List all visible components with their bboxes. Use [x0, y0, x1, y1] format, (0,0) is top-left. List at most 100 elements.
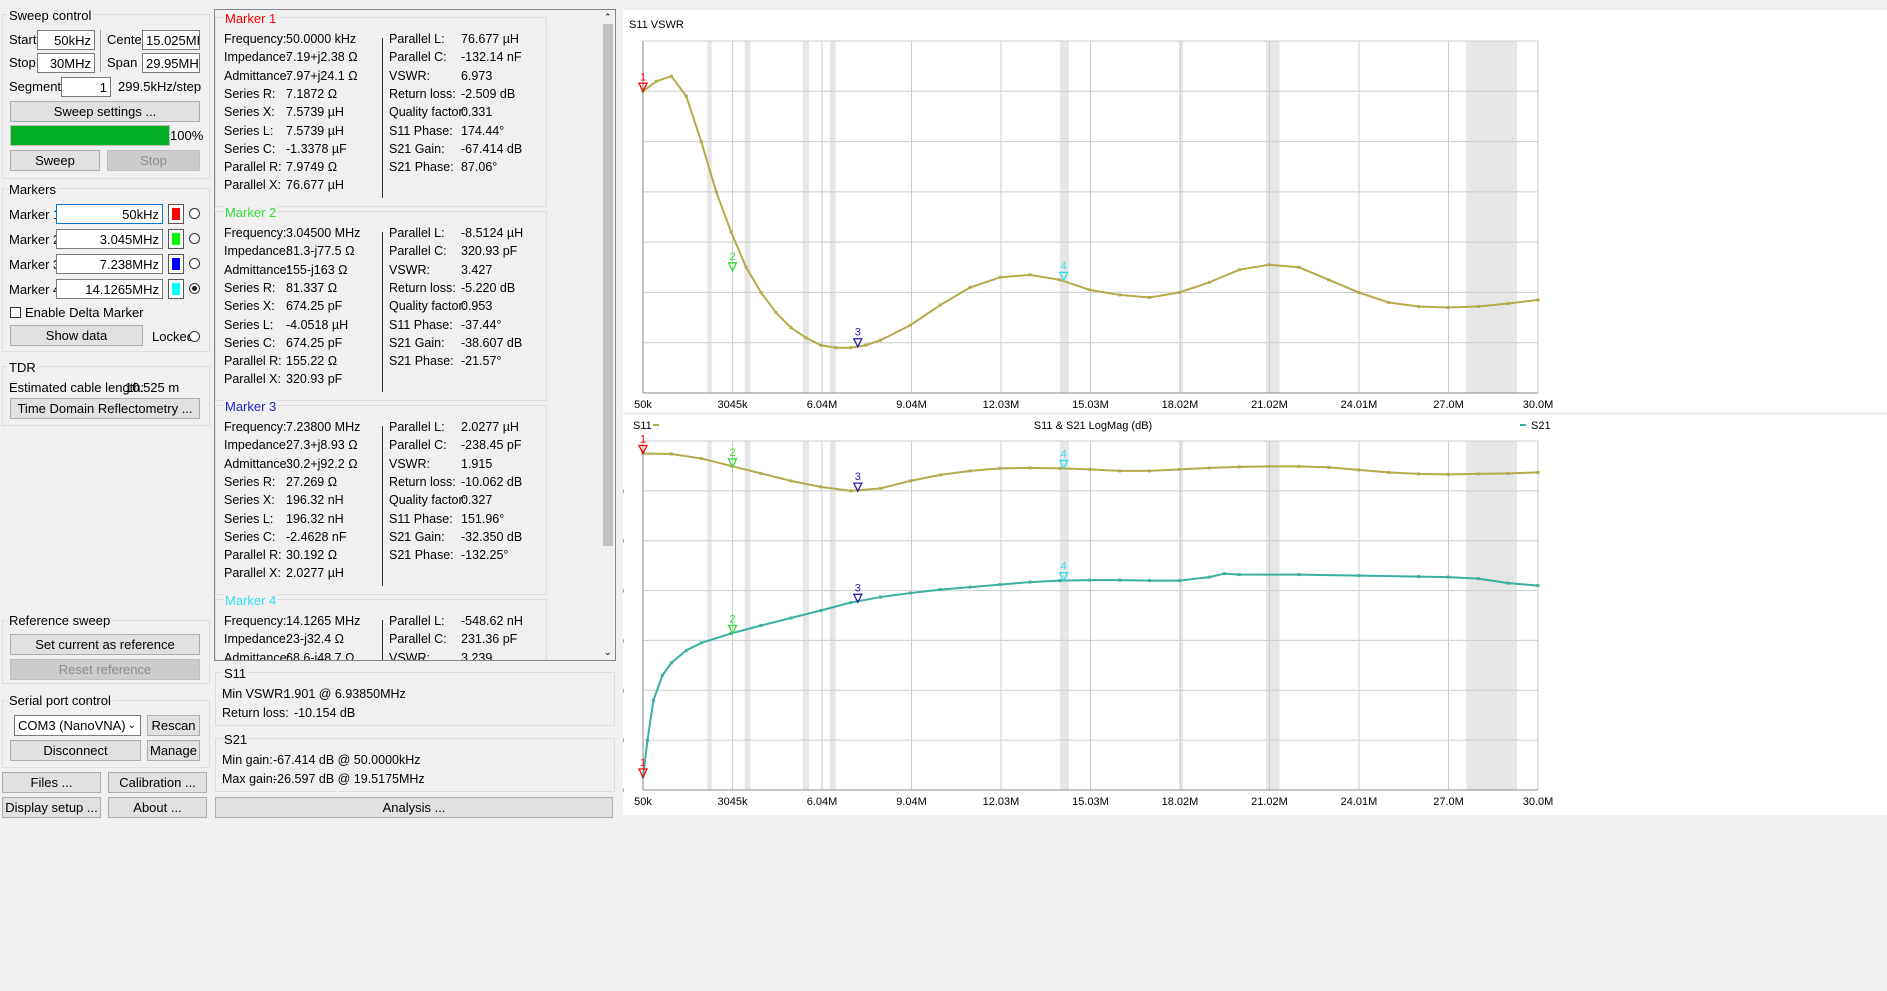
logmag-chart[interactable]: S11 & S21 LogMag (dB) S11 S21 50k 3045k 6.04M…: [608, 415, 1887, 815]
legend-s21-label: S21: [1531, 420, 1551, 432]
marker-data-value: -132.25°: [461, 548, 509, 563]
marker-3-select-radio[interactable]: [189, 258, 200, 269]
marker-1-frequency-input[interactable]: 50kHz: [56, 204, 163, 224]
vswr-chart[interactable]: S11 VSWR 50k 3045k 6.04M 9.04M 12.03M 15.03M 18…: [608, 10, 1887, 412]
marker-data-separator: [382, 38, 383, 198]
shaded-band: [802, 41, 809, 393]
port-select[interactable]: COM3 (NanoVNA) ⌄: [14, 715, 141, 736]
data-point: [684, 94, 688, 98]
marker-data-panel[interactable]: Marker 1 Frequency: 50.0000 kHz Impedance:…: [214, 9, 616, 661]
marker-1-select-radio[interactable]: [189, 208, 200, 219]
center-input[interactable]: 15.025MHz: [142, 30, 200, 50]
manage-button[interactable]: Manage: [147, 740, 200, 761]
span-input[interactable]: 29.95MHz: [142, 53, 200, 73]
rescan-button[interactable]: Rescan: [147, 715, 200, 736]
segments-input[interactable]: 1: [61, 77, 111, 97]
marker-data-label: Parallel C:: [389, 632, 447, 647]
marker-data-value: 174.44°: [461, 123, 505, 138]
marker-data-label: Parallel L:: [389, 420, 445, 434]
shaded-band: [829, 441, 836, 790]
data-point: [1357, 468, 1361, 472]
marker-data-label: Parallel C:: [389, 244, 447, 259]
data-point: [879, 595, 883, 599]
data-point: [1028, 580, 1032, 584]
start-input[interactable]: 50kHz: [37, 30, 95, 50]
marker-label: 2: [729, 447, 735, 459]
marker-2-select-radio[interactable]: [189, 233, 200, 244]
marker-data-value: -5.220 dB: [461, 280, 516, 295]
data-point: [789, 326, 793, 330]
scroll-up-icon[interactable]: ⌃: [604, 12, 612, 23]
marker-data-separator: [382, 426, 383, 586]
data-point: [789, 479, 793, 483]
marker-4-frequency-input[interactable]: 14.1265MHz: [56, 279, 163, 299]
data-point: [1416, 472, 1420, 476]
stop-label: Stop: [9, 55, 36, 70]
data-point: [1118, 293, 1122, 297]
shaded-band: [1266, 441, 1280, 790]
files-button[interactable]: Files ...: [2, 772, 101, 793]
data-point: [1476, 577, 1480, 581]
marker-2-color-button[interactable]: [168, 229, 184, 249]
marker-data-value: 7.97+j24.1 Ω: [286, 68, 358, 83]
display-setup-button[interactable]: Display setup ...: [2, 797, 101, 818]
markers-title: Markers: [7, 182, 58, 197]
calibration-button[interactable]: Calibration ...: [108, 772, 207, 793]
scroll-down-icon[interactable]: ⌄: [604, 647, 612, 658]
marker-data-value: 7.5739 µH: [286, 105, 344, 120]
stop-button[interactable]: Stop: [107, 150, 200, 171]
marker-data-label: Frequency:: [224, 32, 287, 46]
marker-data-label: Quality factor:: [389, 299, 467, 314]
delta-marker-label: Enable Delta Marker: [25, 305, 144, 320]
delta-marker-checkbox[interactable]: [10, 307, 21, 318]
set-reference-button[interactable]: Set current as reference: [10, 634, 200, 655]
marker-data-label: S21 Gain:: [389, 335, 445, 350]
marker-data-label: Parallel R:: [224, 548, 282, 563]
marker-data-label: Return loss:: [389, 280, 456, 295]
marker-data-scrollbar[interactable]: ⌃ ⌄: [601, 10, 615, 660]
stop-input[interactable]: 30MHz: [37, 53, 95, 73]
marker-3-frequency-input[interactable]: 7.238MHz: [56, 254, 163, 274]
x-tick-label: 15.03M: [1072, 796, 1109, 808]
marker-data-label: Admittance:: [224, 456, 291, 471]
locked-radio[interactable]: [189, 331, 200, 342]
data-point: [1088, 578, 1092, 582]
marker-data-label: Series L:: [224, 511, 274, 526]
marker-4-select-radio[interactable]: [189, 283, 200, 294]
scrollbar-thumb[interactable]: [603, 24, 613, 546]
marker-3-data-title: Marker 3: [224, 399, 278, 414]
analysis-button[interactable]: Analysis ...: [215, 797, 613, 818]
marker-data-value: -1.3378 µF: [286, 141, 347, 156]
marker-data-label: Return loss:: [389, 474, 456, 489]
marker-data-value: -21.57°: [461, 354, 502, 369]
marker-data-value: 23-j32.4 Ω: [286, 632, 344, 647]
tdr-button[interactable]: Time Domain Reflectometry ...: [10, 398, 200, 419]
disconnect-button[interactable]: Disconnect: [10, 740, 141, 761]
marker-label: 3: [855, 471, 861, 483]
about-button[interactable]: About ...: [108, 797, 207, 818]
x-tick-label: 21.02M: [1251, 796, 1288, 808]
x-tick-label: 12.03M: [983, 399, 1020, 411]
vswr-chart-title: S11 VSWR: [629, 19, 684, 31]
marker-data-label: Frequency:: [224, 226, 287, 240]
reset-reference-button[interactable]: Reset reference: [10, 659, 200, 680]
marker-4-color-button[interactable]: [168, 279, 184, 299]
data-point: [998, 466, 1002, 470]
marker-1-color-swatch: [172, 208, 180, 220]
sweep-button[interactable]: Sweep: [10, 150, 100, 171]
sweep-settings-button[interactable]: Sweep settings ...: [10, 101, 200, 122]
x-tick-label: 18.02M: [1162, 796, 1199, 808]
data-point: [651, 698, 655, 702]
show-data-button[interactable]: Show data: [10, 325, 143, 346]
x-tick-label: 9.04M: [896, 399, 927, 411]
marker-data-value: -132.14 nF: [461, 50, 522, 65]
marker-data-label: Series R:: [224, 86, 276, 101]
marker-2-label: Marker 2: [9, 232, 61, 247]
data-point: [849, 489, 853, 493]
marker-3-color-button[interactable]: [168, 254, 184, 274]
marker-data-value: 2.0277 µH: [461, 420, 519, 434]
marker-2-data-box: Marker 2 Frequency: 3.04500 MHz Impedance:…: [215, 205, 547, 401]
marker-1-color-button[interactable]: [168, 204, 184, 224]
data-point: [938, 588, 942, 592]
marker-2-frequency-input[interactable]: 3.045MHz: [56, 229, 163, 249]
